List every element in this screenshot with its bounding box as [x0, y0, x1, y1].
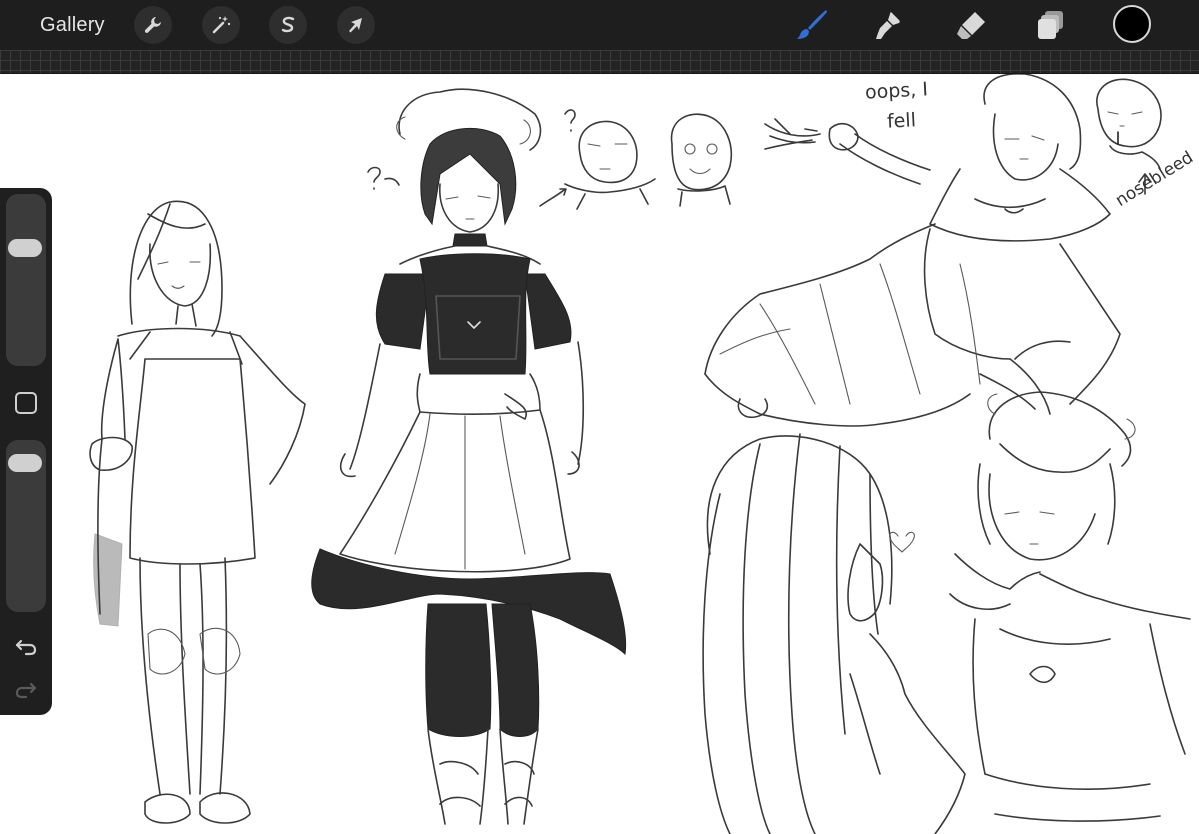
transform-arrow-icon [349, 18, 362, 33]
actions-button[interactable] [134, 6, 172, 44]
annotation-oops-line1: oops, I [864, 78, 929, 104]
eraser-tool-button[interactable] [951, 6, 991, 44]
brush-tool-button[interactable] [792, 6, 832, 44]
transform-button[interactable] [337, 6, 375, 44]
magic-wand-icon [212, 16, 231, 34]
eraser-icon [957, 12, 985, 39]
brush-icon [797, 10, 827, 39]
smudge-tool-button[interactable] [868, 6, 908, 44]
ruler-grid-strip [0, 50, 1199, 74]
undo-button[interactable] [12, 633, 40, 659]
opacity-slider-thumb[interactable] [8, 454, 42, 473]
sketch-artwork [89, 74, 1191, 834]
smudge-icon [876, 12, 900, 39]
opacity-slider[interactable] [6, 440, 46, 612]
modify-button[interactable] [15, 392, 37, 414]
wrench-icon [144, 17, 161, 33]
top-toolbar: Gallery [0, 0, 1199, 50]
gallery-button[interactable]: Gallery [40, 12, 105, 38]
drawing-canvas[interactable]: oops, I fell nosebleed [0, 74, 1199, 834]
sketch-figure-maid-right [949, 391, 1191, 822]
sketch-figure-maid [311, 88, 627, 825]
sketch-figure-apron-girl [89, 200, 306, 824]
brush-size-slider-thumb[interactable] [8, 238, 42, 257]
redo-button[interactable] [12, 676, 40, 702]
sketch-figure-long-hair-girl [702, 433, 966, 834]
color-picker-button[interactable] [1113, 5, 1151, 43]
adjustments-button[interactable] [202, 6, 240, 44]
brush-sidebar [0, 188, 52, 715]
annotation-oops-line2: fell [886, 109, 917, 133]
layers-icon [1038, 11, 1063, 39]
undo-arrow-icon [15, 639, 37, 656]
selection-button[interactable] [269, 6, 307, 44]
layers-button[interactable] [1031, 6, 1071, 44]
selection-icon [281, 16, 295, 33]
brush-size-slider[interactable] [6, 194, 46, 366]
redo-arrow-icon [15, 682, 37, 699]
